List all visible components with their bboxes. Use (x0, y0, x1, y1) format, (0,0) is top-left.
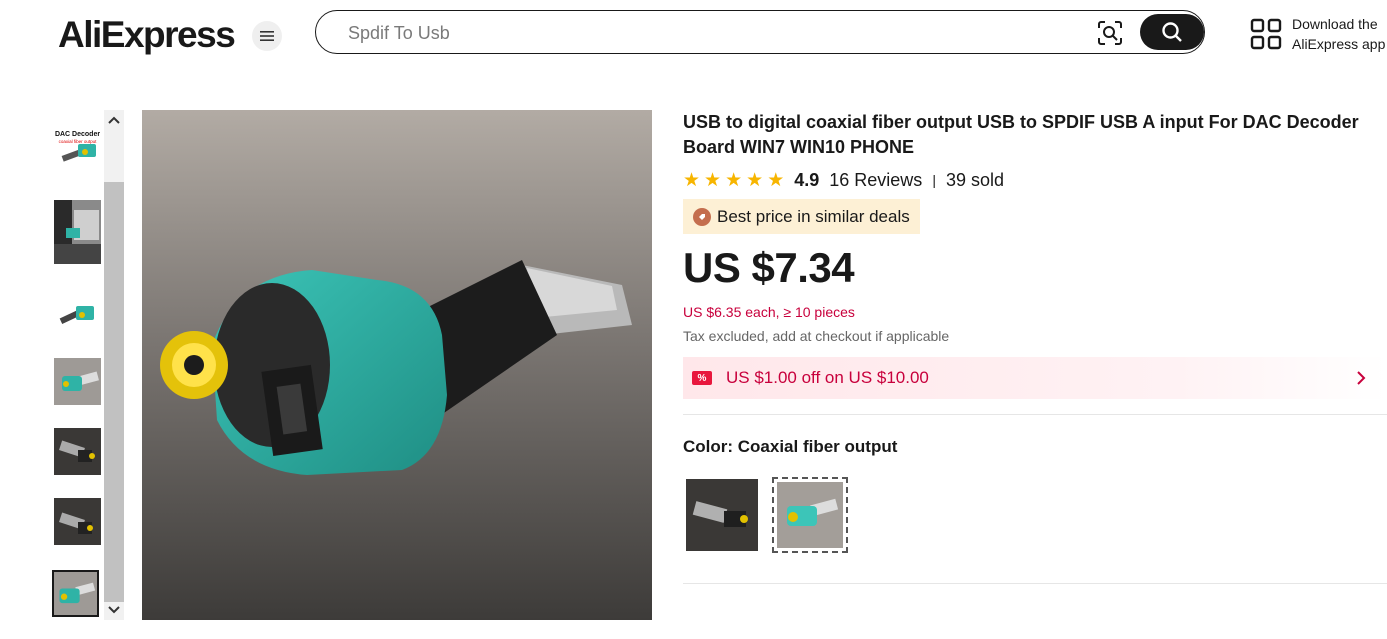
thumbnail-scrollbar[interactable] (104, 110, 124, 620)
camera-scan-icon (1098, 21, 1122, 45)
chevron-right-icon (1357, 371, 1366, 385)
star-icon: ★ (704, 169, 722, 191)
price-tag-icon (693, 207, 711, 226)
thumbnail-image (54, 288, 101, 335)
separator: | (932, 172, 936, 188)
thumbnail-image (54, 358, 101, 405)
thumbnail-image (54, 572, 97, 615)
thumbnail-2[interactable] (54, 200, 101, 264)
thumbnail-7[interactable] (52, 570, 99, 617)
search-button[interactable] (1140, 14, 1204, 50)
best-price-badge[interactable]: Best price in similar deals (683, 199, 920, 234)
app-download[interactable]: Download the AliExpress app (1250, 14, 1385, 54)
thumbnail-image: DAC Decoder coaxial fiber output (54, 122, 101, 169)
rating-score: 4.9 (794, 169, 820, 190)
swatch-image (777, 482, 843, 548)
star-rating[interactable]: ★ ★ ★ ★ ★ (683, 171, 784, 190)
product-title: USB to digital coaxial fiber output USB … (683, 112, 1359, 157)
app-download-line1: Download the (1292, 16, 1378, 32)
coupon-icon: % (692, 371, 712, 385)
reviews-link[interactable]: 16 Reviews (829, 170, 922, 191)
chevron-up-icon (108, 116, 120, 124)
bulk-price: US $6.35 each, ≥ 10 pieces (683, 304, 855, 320)
thumbnail-caption: DAC Decoder (55, 131, 100, 138)
qr-code-icon (1250, 18, 1282, 50)
color-option-coaxial-fiber-output[interactable] (772, 477, 848, 553)
star-icon: ★ (746, 169, 764, 191)
scrollbar-thumb[interactable] (104, 182, 124, 602)
thumbnail-image (54, 498, 101, 545)
main-product-image[interactable] (142, 110, 652, 620)
star-icon: ★ (767, 169, 785, 191)
color-label: Color: Coaxial fiber output (683, 437, 898, 456)
divider (683, 583, 1387, 584)
product-photo (142, 110, 652, 620)
menu-button[interactable] (252, 21, 282, 51)
aliexpress-logo[interactable]: AliExpress (58, 12, 236, 58)
rating-row: ★ ★ ★ ★ ★ 4.9 16 Reviews | 39 sold (683, 168, 1387, 192)
scroll-down-button[interactable] (104, 600, 124, 620)
coupon-banner[interactable]: % US $1.00 off on US $10.00 (683, 357, 1387, 399)
star-icon: ★ (683, 169, 701, 191)
thumbnail-list: DAC Decoder coaxial fiber output (52, 110, 104, 620)
coupon-text: US $1.00 off on US $10.00 (726, 368, 929, 387)
thumbnail-4[interactable] (54, 358, 101, 405)
app-download-line2: AliExpress app (1292, 36, 1386, 52)
search-input[interactable] (346, 21, 1050, 45)
divider (683, 414, 1387, 415)
logo-text: AliExpress (58, 14, 236, 55)
tax-note: Tax excluded, add at checkout if applica… (683, 328, 950, 344)
color-options (683, 477, 1387, 553)
thumbnail-subcaption: coaxial fiber output (59, 139, 98, 144)
star-icon: ★ (725, 169, 743, 191)
search-icon (1162, 22, 1182, 42)
chevron-down-icon (108, 606, 120, 614)
color-option-black[interactable] (686, 479, 758, 551)
thumbnail-1[interactable]: DAC Decoder coaxial fiber output (54, 122, 101, 169)
product-info: USB to digital coaxial fiber output USB … (683, 110, 1387, 584)
thumbnail-6[interactable] (54, 498, 101, 545)
swatch-image (686, 479, 758, 551)
thumbnail-image (54, 428, 101, 475)
image-search-button[interactable] (1096, 19, 1124, 47)
thumbnail-3[interactable] (54, 288, 101, 335)
thumbnail-5[interactable] (54, 428, 101, 475)
sold-count: 39 sold (945, 169, 1004, 190)
scroll-up-button[interactable] (104, 110, 124, 130)
hamburger-icon (260, 31, 274, 41)
best-price-text: Best price in similar deals (717, 206, 910, 226)
price: US $7.34 (683, 244, 855, 291)
search-bar (315, 10, 1205, 54)
thumbnail-image (54, 200, 101, 264)
